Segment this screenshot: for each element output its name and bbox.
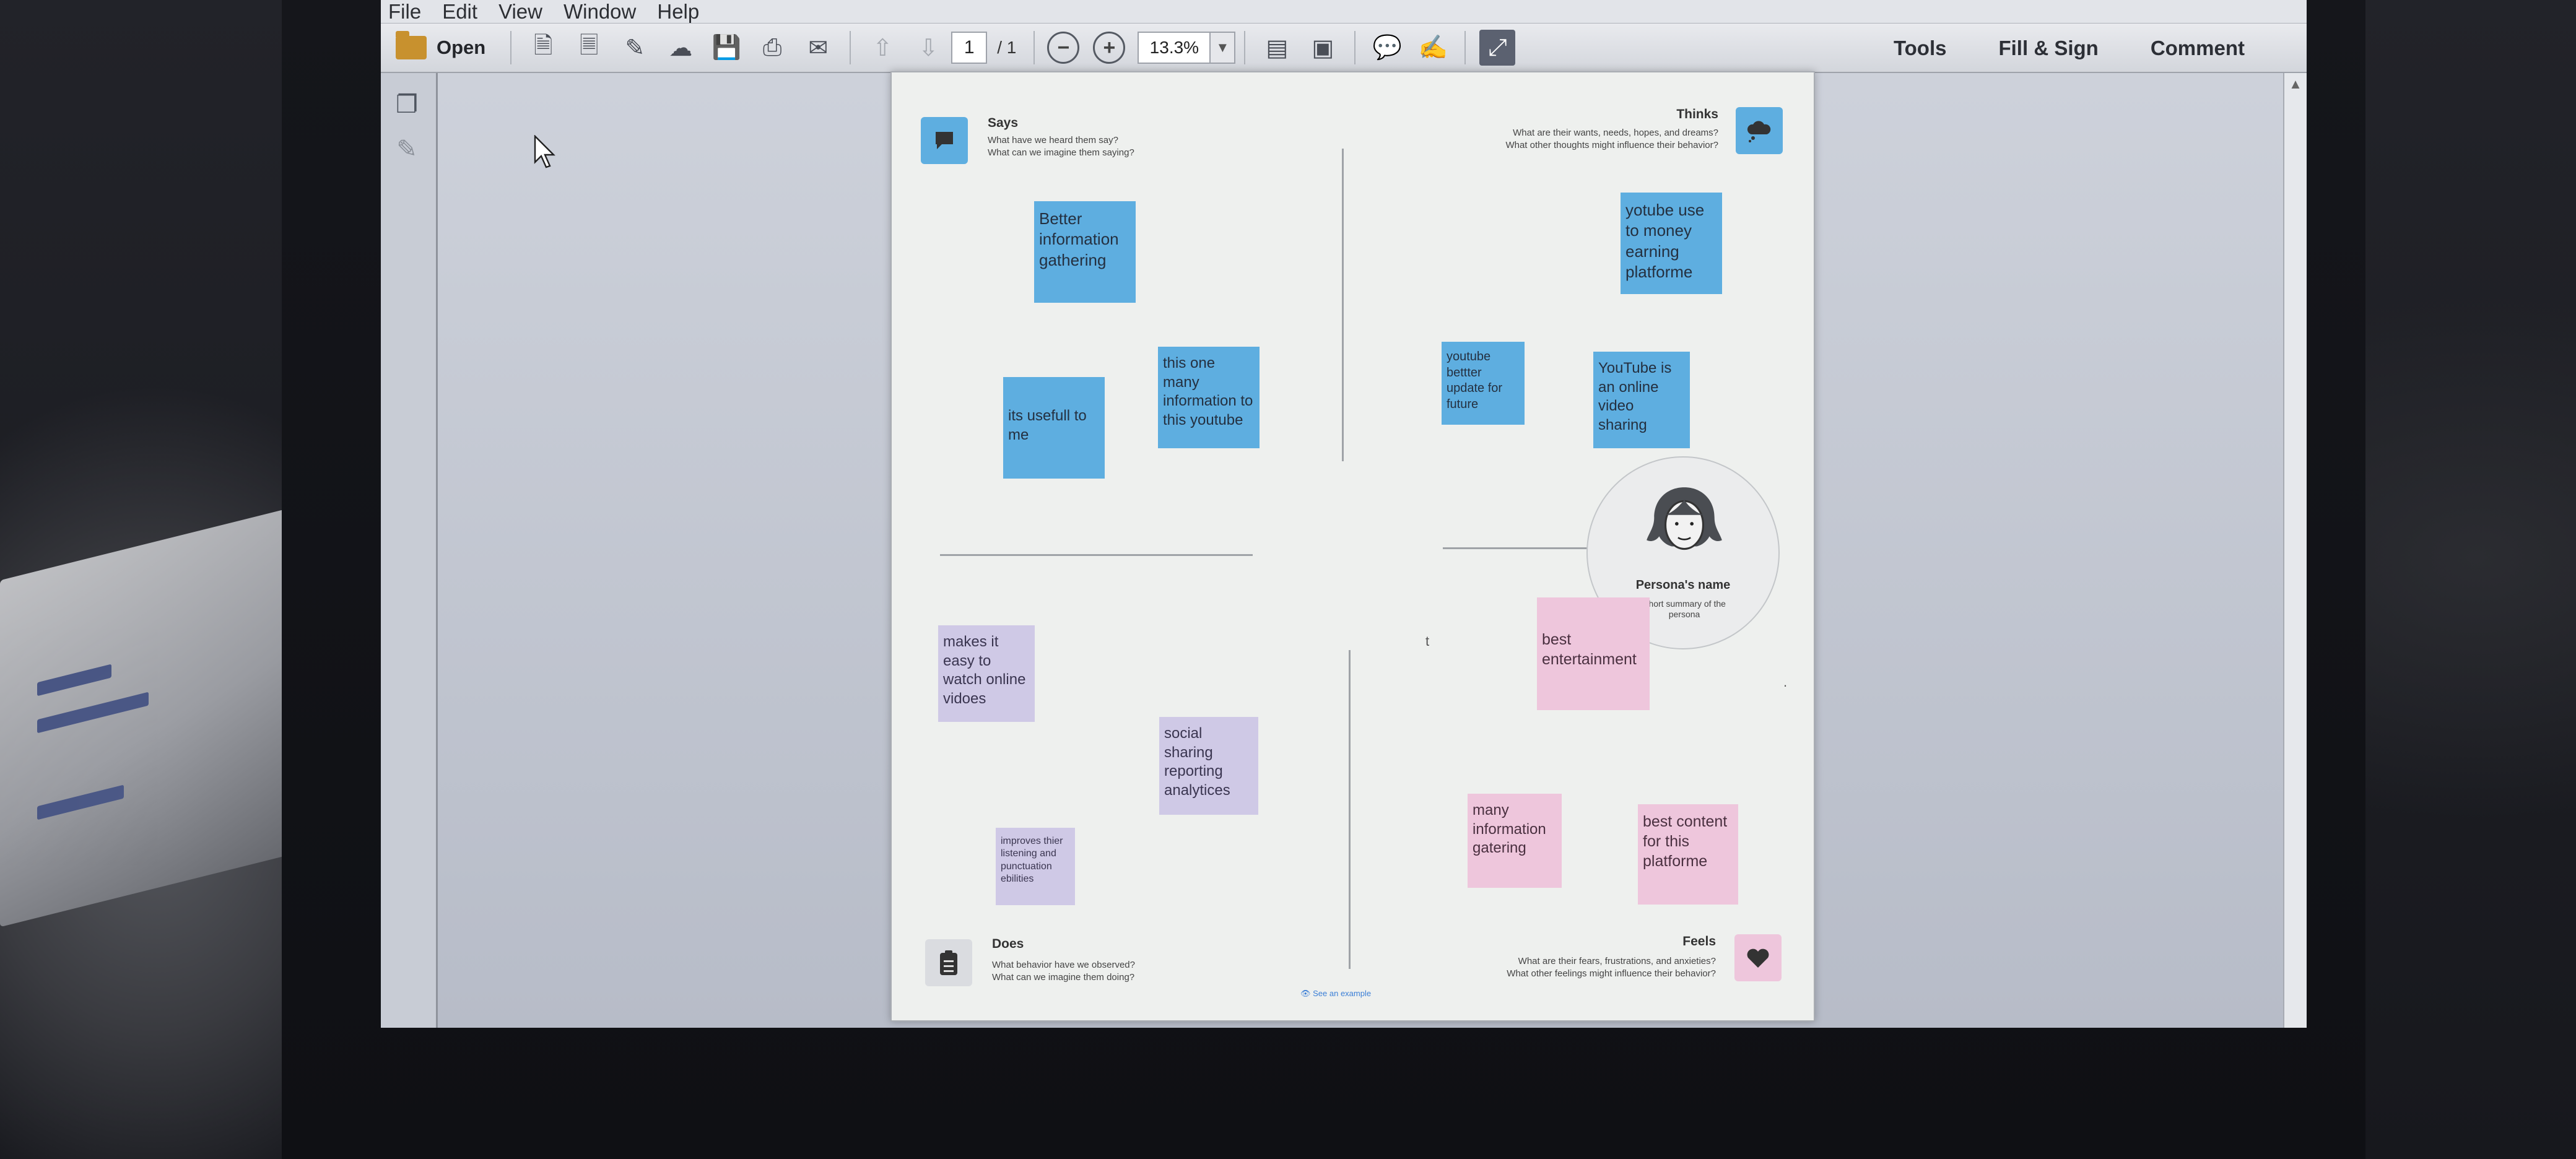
menu-help[interactable]: Help <box>657 0 699 24</box>
page-total: / 1 <box>997 38 1017 57</box>
cloud-upload-icon[interactable]: ☁ <box>663 30 698 66</box>
thinks-subtitle-2: What other thoughts might influence thei… <box>1505 140 1718 150</box>
mouse-cursor-icon <box>534 135 555 168</box>
sticky-note-feels-1[interactable]: best entertainment <box>1537 597 1650 710</box>
does-subtitle-1: What behavior have we observed? <box>992 960 1135 970</box>
sticky-note-says-2[interactable]: its usefull to me <box>1003 377 1105 479</box>
menu-edit[interactable]: Edit <box>442 0 477 24</box>
open-button[interactable]: Open <box>392 31 502 59</box>
sticky-note-says-3[interactable]: this one many information to this youtub… <box>1158 347 1260 448</box>
toolbar-separator <box>1464 31 1466 64</box>
horizontal-axis-left <box>940 554 1253 556</box>
toolbar-separator <box>1033 31 1035 64</box>
persona-avatar-icon <box>1647 487 1722 550</box>
sticky-note-thinks-1[interactable]: yotube use to money earning platforme <box>1621 193 1722 294</box>
does-subtitle-2: What can we imagine them doing? <box>992 972 1135 983</box>
stray-mark: t <box>1425 633 1430 649</box>
persona-name: Persona's name <box>1635 578 1731 592</box>
thinks-subtitle-1: What are their wants, needs, hopes, and … <box>1513 128 1718 138</box>
page-number-input[interactable]: 1 <box>951 32 988 64</box>
sticky-note-says-1[interactable]: Better information gathering <box>1034 201 1136 303</box>
email-icon[interactable]: ✉ <box>800 30 836 66</box>
sticky-note-thinks-3[interactable]: YouTube is an online video sharing <box>1593 352 1690 448</box>
heart-icon <box>1734 934 1782 981</box>
edit-pdf-icon[interactable]: ✎ <box>617 30 653 66</box>
vertical-axis-top <box>1342 149 1344 461</box>
sticky-note-does-2[interactable]: social sharing reporting analytices <box>1159 717 1258 815</box>
thought-cloud-icon <box>1736 107 1783 154</box>
says-title: Says <box>988 116 1019 130</box>
empathy-map-page: Says What have we heard them say? What c… <box>890 71 1815 1022</box>
menu-view[interactable]: View <box>498 0 542 24</box>
menu-file[interactable]: File <box>388 0 421 24</box>
sticky-note-does-3[interactable]: improves thier listening and punctuation… <box>996 828 1075 905</box>
see-example-link[interactable]: 👁 See an example <box>1300 989 1371 999</box>
menu-window[interactable]: Window <box>564 0 636 24</box>
highlight-icon[interactable]: ✍ <box>1415 30 1451 66</box>
feels-subtitle-1: What are their fears, frustrations, and … <box>1518 956 1716 966</box>
says-subtitle-2: What can we imagine them saying? <box>988 147 1134 158</box>
fit-page-icon[interactable]: ▤ <box>1259 30 1295 66</box>
menu-bar: File Edit View Window Help <box>381 0 2307 24</box>
comment-tab[interactable]: Comment <box>2151 37 2245 60</box>
stray-mark: . <box>1783 674 1788 690</box>
navigation-panel: ❐ ✎ <box>381 73 438 1028</box>
fit-width-icon[interactable]: ▣ <box>1305 30 1341 66</box>
fill-sign-tab[interactable]: Fill & Sign <box>1998 37 2098 60</box>
comment-icon[interactable]: 💬 <box>1369 30 1405 66</box>
book-in-background <box>0 509 285 927</box>
previous-page-icon[interactable]: ⇧ <box>864 30 900 66</box>
vertical-scrollbar[interactable]: ▲ <box>2283 73 2307 1028</box>
see-example-label: See an example <box>1313 989 1372 998</box>
sticky-note-feels-3[interactable]: best content for this platforme <box>1638 804 1738 905</box>
print-icon[interactable]: ⎙ <box>754 30 790 66</box>
toolbar-separator <box>510 31 512 64</box>
feels-subtitle-2: What other feelings might influence thei… <box>1507 968 1716 979</box>
toolbar-separator <box>850 31 851 64</box>
persona-summary: Short summary of the persona <box>1643 599 1726 619</box>
toolbar: Open 🗎 🗏 ✎ ☁ 💾 ⎙ ✉ ⇧ ⇩ 1 / 1 − + 13.3% ▼… <box>381 24 2307 73</box>
scroll-up-icon[interactable]: ▲ <box>2284 73 2307 95</box>
clipboard-icon <box>925 939 972 986</box>
vertical-axis-bottom <box>1349 650 1351 969</box>
zoom-level-input[interactable]: 13.3% <box>1138 32 1211 64</box>
sticky-note-feels-2[interactable]: many information gatering <box>1468 794 1562 888</box>
attachments-icon[interactable]: ✎ <box>392 135 422 166</box>
zoom-out-icon[interactable]: − <box>1047 32 1080 64</box>
sticky-note-does-1[interactable]: makes it easy to watch online vidoes <box>938 625 1035 722</box>
tools-tab[interactable]: Tools <box>1894 37 1947 60</box>
sticky-note-thinks-2[interactable]: youtube bettter update for future <box>1442 342 1525 425</box>
page-thumbnails-icon[interactable]: ❐ <box>392 90 422 121</box>
create-pdf-icon[interactable]: 🗎 <box>525 30 561 66</box>
save-icon[interactable]: 💾 <box>708 30 744 66</box>
thinks-title: Thinks <box>1676 107 1718 121</box>
zoom-in-icon[interactable]: + <box>1093 32 1126 64</box>
says-subtitle-1: What have we heard them say? <box>988 135 1118 145</box>
full-screen-icon[interactable]: ⤢ <box>1479 30 1516 66</box>
acrobat-window: File Edit View Window Help Open 🗎 🗏 ✎ ☁ … <box>381 0 2307 1028</box>
combine-files-icon[interactable]: 🗏 <box>571 30 607 66</box>
open-label: Open <box>437 37 486 58</box>
toolbar-separator <box>1244 31 1246 64</box>
does-title: Does <box>992 937 1024 951</box>
zoom-dropdown-chevron-icon[interactable]: ▼ <box>1211 32 1236 64</box>
says-icon <box>921 117 968 164</box>
toolbar-separator <box>1354 31 1356 64</box>
next-page-icon[interactable]: ⇩ <box>910 30 946 66</box>
feels-title: Feels <box>1682 934 1716 948</box>
folder-icon <box>396 31 427 59</box>
right-tool-tabs: Tools Fill & Sign Comment <box>1894 24 2245 73</box>
